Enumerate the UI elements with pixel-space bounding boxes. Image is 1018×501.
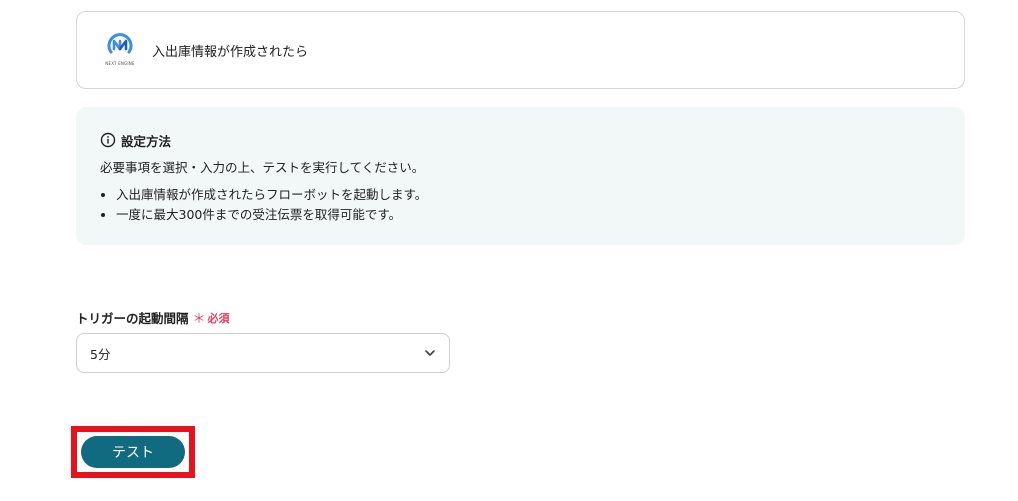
info-title: 設定方法	[121, 133, 172, 149]
info-list-item: 一度に最大300件までの受注伝票を取得可能です。	[116, 205, 965, 225]
setup-info-box: 設定方法 必要事項を選択・入力の上、テストを実行してください。 入出庫情報が作成…	[76, 107, 965, 245]
test-button[interactable]: テスト	[81, 436, 185, 468]
interval-field-label: トリガーの起動間隔	[76, 311, 189, 326]
trigger-card[interactable]: NEXT ENGINE 入出庫情報が作成されたら	[76, 11, 965, 89]
interval-select-value: 5分	[90, 346, 111, 362]
info-title-row: 設定方法	[100, 131, 965, 149]
next-engine-logo: NEXT ENGINE	[102, 30, 138, 70]
trigger-label: 入出庫情報が作成されたら	[152, 44, 309, 60]
chevron-down-icon[interactable]	[423, 346, 437, 360]
required-asterisk: ＊	[192, 312, 206, 327]
page: NEXT ENGINE 入出庫情報が作成されたら 設定方法 必要事項を選択・入力…	[0, 0, 1018, 501]
logo-caption: NEXT ENGINE	[105, 61, 135, 66]
info-list-item: 入出庫情報が作成されたらフローボットを起動します。	[116, 185, 965, 205]
required-badge: 必須	[207, 311, 230, 325]
interval-field-label-row: トリガーの起動間隔 ＊ 必須	[76, 308, 230, 327]
info-description: 必要事項を選択・入力の上、テストを実行してください。	[100, 160, 425, 175]
info-circle-icon	[100, 132, 116, 148]
interval-select[interactable]: 5分	[76, 333, 450, 373]
next-engine-logo-icon	[107, 33, 133, 54]
info-list: 入出庫情報が作成されたらフローボットを起動します。 一度に最大300件までの受注…	[100, 185, 965, 225]
